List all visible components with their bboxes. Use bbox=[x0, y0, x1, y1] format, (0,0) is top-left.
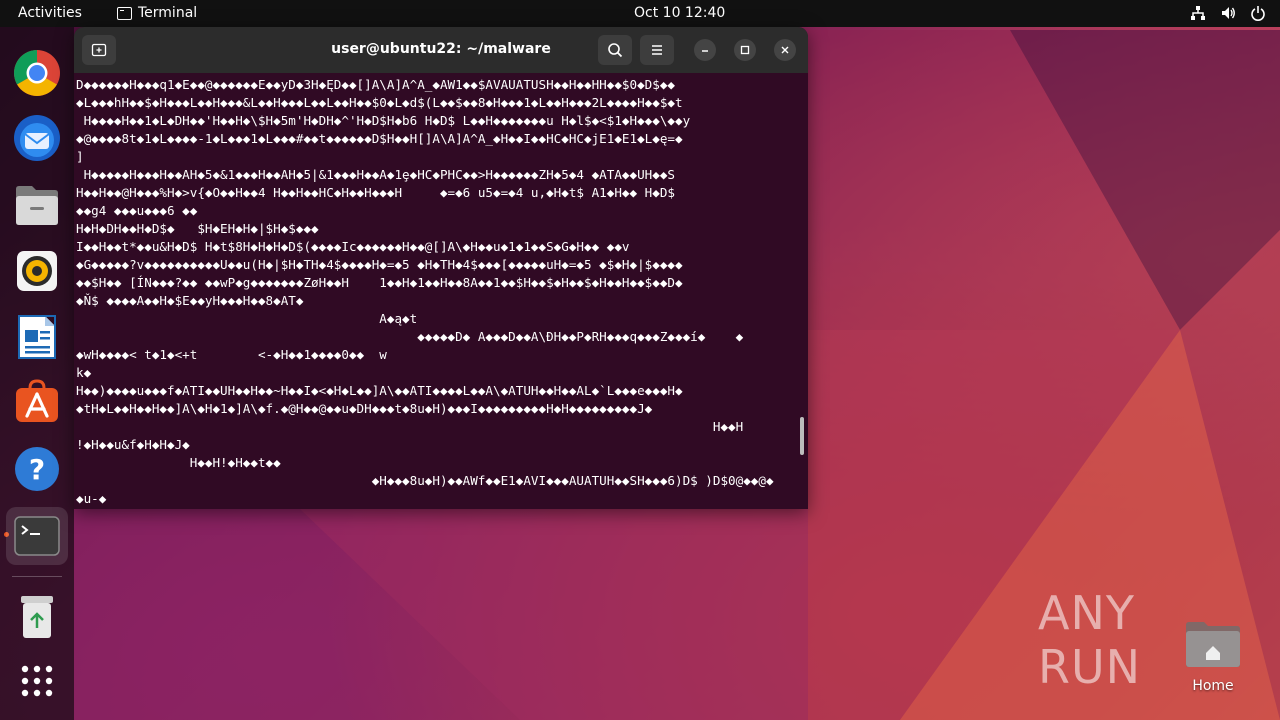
terminal-titlebar[interactable]: user@ubuntu22: ~/malware bbox=[74, 27, 808, 73]
show-apps-button[interactable] bbox=[11, 655, 63, 707]
terminal-line: ◆◆$H◆◆ [ÍN◆◆◆?◆◆ ◆◆wP◆g◆◆◆◆◆◆◆ZøH◆◆H 1◆◆… bbox=[76, 275, 683, 290]
clock[interactable]: Oct 10 12:40 bbox=[634, 5, 725, 21]
terminal-line: H◆◆H!◆H◆◆t◆◆ bbox=[76, 455, 281, 470]
app-center-icon bbox=[16, 379, 58, 422]
terminal-window[interactable]: user@ubuntu22: ~/malware D◆◆◆◆◆◆H◆◆◆q1◆E… bbox=[74, 27, 808, 509]
power-icon bbox=[1251, 6, 1265, 21]
dock-item-trash[interactable] bbox=[11, 591, 63, 643]
activities-button[interactable]: Activities bbox=[18, 5, 82, 21]
rhythmbox-icon bbox=[17, 251, 57, 291]
network-icon bbox=[1191, 6, 1205, 20]
dock-item-chrome[interactable] bbox=[11, 47, 63, 99]
terminal-output[interactable]: D◆◆◆◆◆◆H◆◆◆q1◆E◆◆@◆◆◆◆◆◆E◆◆yD◆3H◆ĘD◆◆[]A… bbox=[74, 73, 798, 509]
minimize-icon bbox=[702, 50, 708, 52]
search-icon bbox=[608, 43, 623, 58]
chrome-icon bbox=[14, 50, 60, 96]
trash-icon bbox=[21, 596, 53, 638]
dock: ? bbox=[0, 27, 74, 720]
terminal-line: ◆@◆◆◆◆8t◆1◆L◆◆◆◆-1◆L◆◆◆1◆L◆◆◆#◆◆t◆◆◆◆◆◆D… bbox=[76, 131, 683, 146]
home-folder-icon bbox=[1186, 622, 1240, 667]
dock-item-files[interactable] bbox=[11, 179, 63, 231]
dock-item-help[interactable]: ? bbox=[11, 443, 63, 495]
terminal-line: ◆tH◆L◆◆H◆◆H◆◆]A\◆H◆1◆]A\◆f.◆@H◆◆@◆◆u◆DH◆… bbox=[76, 401, 653, 416]
thunderbird-icon bbox=[14, 115, 60, 161]
terminal-line: D◆◆◆◆◆◆H◆◆◆q1◆E◆◆@◆◆◆◆◆◆E◆◆yD◆3H◆ĘD◆◆[]A… bbox=[76, 77, 675, 92]
terminal-app-icon bbox=[117, 6, 132, 20]
terminal-line: H◆◆H◆◆@H◆◆◆%H◆>v{◆O◆◆H◆◆4 H◆◆H◆◆HC◆H◆◆H◆… bbox=[76, 185, 675, 200]
terminal-line: ] bbox=[76, 149, 84, 164]
terminal-line: ◆L◆◆◆hH◆◆$◆H◆◆◆L◆◆H◆◆◆&L◆◆H◆◆◆L◆◆L◆◆H◆◆$… bbox=[76, 95, 683, 110]
close-icon bbox=[781, 46, 789, 54]
terminal-line: A◆ą◆t bbox=[76, 311, 418, 326]
terminal-line: ◆Ň$ ◆◆◆◆A◆◆H◆$E◆◆yH◆◆◆H◆◆8◆AT◆ bbox=[76, 293, 304, 308]
desktop-home-icon[interactable] bbox=[1184, 620, 1242, 668]
terminal-line: ◆◆◆◆◆D◆ A◆◆◆D◆◆A\ĐH◆◆P◆RH◆◆◆q◆◆◆Z◆◆◆í◆ ◆ bbox=[76, 329, 744, 344]
system-tray[interactable] bbox=[1190, 5, 1266, 21]
maximize-button[interactable] bbox=[734, 39, 756, 61]
terminal-scrollbar[interactable] bbox=[800, 417, 804, 455]
terminal-line: ◆wH◆◆◆◆< t◆1◆<+t <-◆H◆◆1◆◆◆◆0◆◆ w bbox=[76, 347, 387, 362]
svg-text:?: ? bbox=[29, 453, 45, 486]
terminal-line: I◆◆H◆◆t*◆◆u&H◆D$ H◆t$8H◆H◆H◆D$(◆◆◆◆Ic◆◆◆… bbox=[76, 239, 630, 254]
terminal-line: k◆ bbox=[76, 365, 92, 380]
files-icon bbox=[16, 186, 58, 225]
volume-icon bbox=[1222, 7, 1235, 19]
search-button[interactable] bbox=[598, 35, 632, 65]
terminal-line: H◆◆H bbox=[76, 419, 744, 434]
dock-item-thunderbird[interactable] bbox=[11, 112, 63, 164]
dock-item-libreoffice-writer[interactable] bbox=[11, 311, 63, 363]
terminal-line: H◆◆◆◆H◆◆1◆L◆DH◆◆'H◆◆H◆\$H◆5m'H◆DH◆^'H◆D$… bbox=[76, 113, 691, 128]
terminal-line: ◆u-◆ bbox=[76, 491, 107, 506]
terminal-line: ◆G◆◆◆◆◆?v◆◆◆◆◆◆◆◆◆◆U◆◆u(H◆|$H◆TH◆4$◆◆◆◆H… bbox=[76, 257, 683, 272]
terminal-line: ◆◆g4 ◆◆◆u◆◆◆6 ◆◆ bbox=[76, 203, 198, 218]
app-menu[interactable]: Terminal bbox=[117, 5, 197, 21]
top-bar: Activities Terminal Oct 10 12:40 bbox=[0, 0, 1280, 27]
desktop-home-label[interactable]: Home bbox=[1173, 678, 1253, 694]
terminal-line: !◆H◆◆u&f◆H◆H◆J◆ bbox=[76, 437, 190, 452]
terminal-line: ◆H◆◆◆8u◆H)◆◆AWf◆◆E1◆AVI◆◆◆AUATUH◆◆SH◆◆◆6… bbox=[76, 473, 774, 488]
terminal-line: H◆H◆DH◆◆H◆D$◆ $H◆EH◆H◆|$H◆$◆◆◆ bbox=[76, 221, 319, 236]
app-grid-icon bbox=[21, 665, 53, 697]
app-menu-label: Terminal bbox=[138, 5, 198, 21]
dock-item-app-center[interactable] bbox=[11, 375, 63, 427]
dock-separator bbox=[12, 576, 62, 577]
hamburger-menu-icon bbox=[652, 45, 662, 55]
close-button[interactable] bbox=[774, 39, 796, 61]
minimize-button[interactable] bbox=[694, 39, 716, 61]
dock-item-terminal[interactable] bbox=[6, 507, 68, 565]
terminal-line: H◆◆◆◆◆H◆◆◆H◆◆AH◆5◆&1◆◆◆H◆◆AH◆5|&1◆◆◆H◆◆A… bbox=[76, 167, 675, 182]
maximize-icon bbox=[740, 45, 750, 55]
terminal-icon bbox=[14, 516, 60, 556]
help-icon: ? bbox=[15, 447, 59, 491]
dock-item-rhythmbox[interactable] bbox=[11, 245, 63, 297]
terminal-line: H◆◆)◆◆◆◆u◆◆◆f◆ATI◆◆UH◆◆H◆◆~H◆◆I◆<◆H◆L◆◆]… bbox=[76, 383, 683, 398]
menu-button[interactable] bbox=[640, 35, 674, 65]
libreoffice-writer-icon bbox=[18, 315, 56, 359]
